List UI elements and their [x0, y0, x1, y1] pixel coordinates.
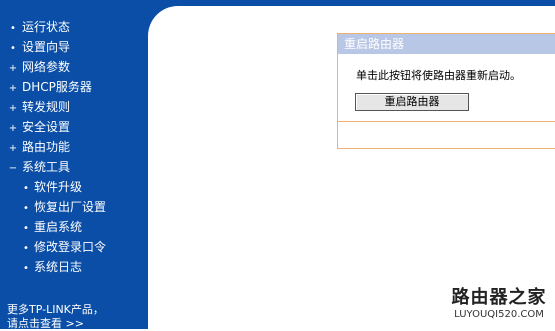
reboot-message: 单击此按钮将使路由器重新启动。	[356, 69, 521, 82]
collapse-icon: −	[8, 163, 18, 174]
sidebar-subitem-label: 修改登录口令	[34, 240, 107, 254]
sidebar-subitem-firmware-upgrade[interactable]: • 软件升级	[18, 178, 82, 196]
sidebar-item-routing[interactable]: + 路由功能	[0, 138, 70, 156]
sidebar-item-network[interactable]: + 网络参数	[0, 58, 70, 76]
bullet-icon: •	[23, 203, 29, 214]
sidebar-item-label: 路由功能	[22, 140, 71, 154]
reboot-button[interactable]: 重启路由器	[355, 93, 469, 111]
sidebar-subitem-change-password[interactable]: • 修改登录口令	[18, 238, 106, 256]
sidebar-subitem-label: 恢复出厂设置	[34, 200, 107, 214]
bullet-icon: •	[23, 263, 29, 274]
more-products-line1: 更多TP-LINK产品，	[7, 303, 104, 316]
sidebar-item-forwarding[interactable]: + 转发规则	[0, 98, 70, 116]
sidebar-item-label: 设置向导	[22, 40, 71, 54]
sidebar-item-wizard[interactable]: • 设置向导	[0, 38, 70, 56]
expand-icon: +	[8, 143, 18, 154]
expand-icon: +	[8, 123, 18, 134]
sidebar-item-label: 运行状态	[22, 20, 71, 34]
more-products-link[interactable]: 更多TP-LINK产品， 请点击查看 >>	[7, 303, 145, 331]
sidebar-item-label: 转发规则	[22, 100, 71, 114]
sidebar: • 运行状态 • 设置向导 + 网络参数 + DHCP服务器 + 转发规则 + 安全设置 +…	[0, 0, 148, 331]
sidebar-subitem-system-log[interactable]: • 系统日志	[18, 258, 82, 276]
expand-icon: +	[8, 103, 18, 114]
sidebar-subitem-label: 重启系统	[34, 220, 83, 234]
sidebar-item-label: 网络参数	[22, 60, 71, 74]
sidebar-subitem-factory-reset[interactable]: • 恢复出厂设置	[18, 198, 106, 216]
sidebar-subitem-reboot[interactable]: • 重启系统	[18, 218, 82, 236]
bullet-icon: •	[23, 223, 29, 234]
bullet-icon: •	[23, 243, 29, 254]
sidebar-item-dhcp[interactable]: + DHCP服务器	[0, 78, 92, 96]
watermark-url: LUYOUQI520.COM	[454, 309, 544, 320]
bullet-icon: •	[23, 183, 29, 194]
panel-divider	[338, 121, 555, 122]
expand-icon: +	[8, 63, 18, 74]
sidebar-subitem-label: 软件升级	[34, 180, 83, 194]
sidebar-item-label: 系统工具	[22, 160, 71, 174]
bullet-icon: •	[10, 23, 16, 34]
sidebar-item-label: DHCP服务器	[22, 80, 92, 94]
watermark-title: 路由器之家	[451, 287, 547, 308]
sidebar-item-security[interactable]: + 安全设置	[0, 118, 70, 136]
sidebar-item-status[interactable]: • 运行状态	[0, 18, 70, 36]
bullet-icon: •	[10, 43, 16, 54]
sidebar-subitem-label: 系统日志	[34, 260, 83, 274]
sidebar-item-label: 安全设置	[22, 120, 71, 134]
sidebar-item-system-tools[interactable]: − 系统工具	[0, 158, 70, 176]
panel-title: 重启路由器	[338, 34, 555, 54]
reboot-panel: 重启路由器 单击此按钮将使路由器重新启动。 重启路由器	[337, 33, 555, 149]
watermark: 路由器之家 LUYOUQI520.COM	[449, 283, 549, 320]
expand-icon: +	[8, 83, 18, 94]
